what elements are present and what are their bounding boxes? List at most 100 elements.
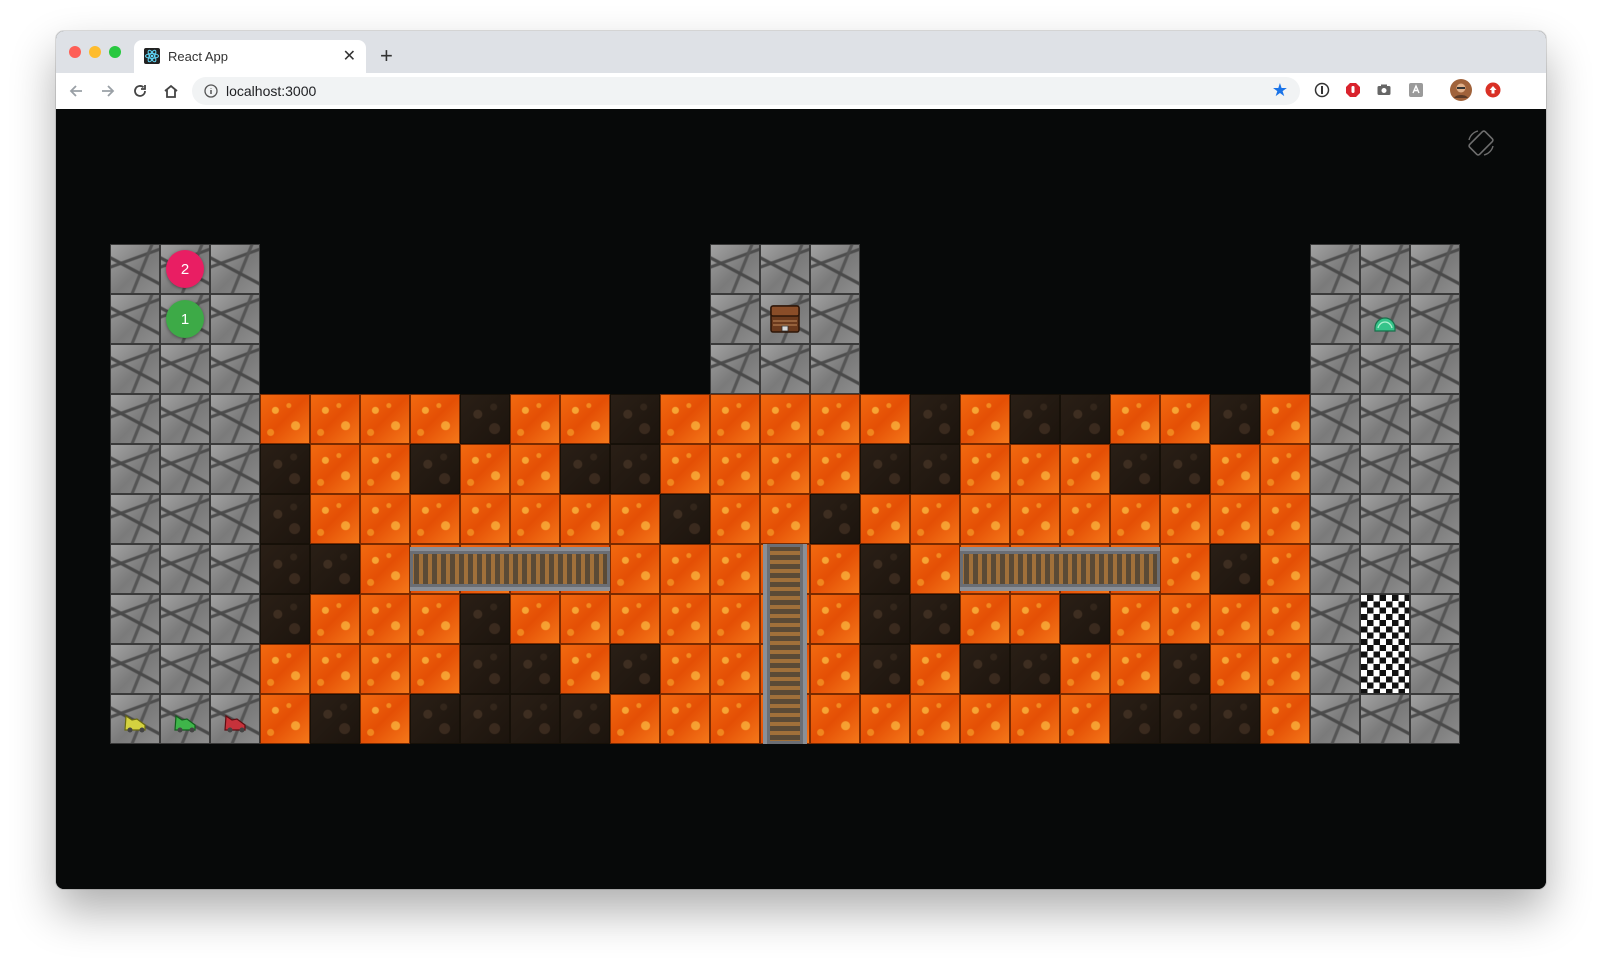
lava-tile: [810, 394, 860, 444]
rock-tile: [610, 394, 660, 444]
stone-tile: [1360, 444, 1410, 494]
lava-tile: [360, 394, 410, 444]
treasure-chest-icon[interactable]: [769, 302, 801, 334]
stone-tile: [110, 594, 160, 644]
reload-button[interactable]: [128, 79, 152, 103]
lava-tile: [710, 444, 760, 494]
checkered-finish-tile[interactable]: [1360, 594, 1410, 694]
lava-tile: [860, 394, 910, 444]
close-tab-icon[interactable]: ✕: [343, 46, 356, 66]
rock-tile: [910, 394, 960, 444]
stone-tile: [1410, 294, 1460, 344]
stone-tile: [1360, 344, 1410, 394]
player-2-marker[interactable]: 2: [166, 250, 204, 288]
reload-icon: [134, 85, 146, 97]
adblock-extension-icon[interactable]: [1344, 81, 1362, 99]
lava-tile: [1210, 494, 1260, 544]
lava-tile: [1060, 444, 1110, 494]
rock-tile: [610, 644, 660, 694]
stone-tile: [160, 594, 210, 644]
profile-avatar[interactable]: [1450, 79, 1472, 101]
new-tab-button[interactable]: +: [380, 43, 393, 69]
rock-tile: [260, 444, 310, 494]
password-extension-icon[interactable]: [1313, 81, 1331, 99]
lava-tile: [1010, 444, 1060, 494]
stone-tile: [110, 244, 160, 294]
lava-tile: [1260, 394, 1310, 444]
rock-tile: [1110, 444, 1160, 494]
lava-tile: [360, 444, 410, 494]
rock-tile: [1110, 694, 1160, 744]
rock-tile: [260, 544, 310, 594]
lava-tile: [310, 494, 360, 544]
stone-tile: [1410, 644, 1460, 694]
tab-title: React App: [168, 49, 228, 64]
update-alert-icon[interactable]: [1484, 81, 1502, 99]
rock-tile: [910, 594, 960, 644]
stone-tile: [710, 294, 760, 344]
home-button[interactable]: [159, 79, 183, 103]
lava-tile: [1210, 594, 1260, 644]
browser-window: React App ✕ + localhost:3000 ★ 2 1: [56, 31, 1546, 889]
lava-tile: [310, 594, 360, 644]
info-icon[interactable]: [204, 84, 218, 98]
rock-tile: [860, 594, 910, 644]
lava-tile: [1110, 644, 1160, 694]
lava-tile: [1260, 594, 1310, 644]
lava-tile: [1160, 494, 1210, 544]
back-arrow-icon: [69, 85, 82, 97]
maximize-window-button[interactable]: [109, 46, 121, 58]
lava-tile: [1110, 594, 1160, 644]
rock-tile: [260, 494, 310, 544]
address-bar[interactable]: localhost:3000 ★: [192, 77, 1300, 105]
camera-extension-icon[interactable]: [1375, 81, 1393, 99]
close-window-button[interactable]: [69, 46, 81, 58]
lava-tile: [360, 544, 410, 594]
lava-tile: [310, 394, 360, 444]
stone-tile: [1310, 644, 1360, 694]
game-viewport: 2 1: [56, 109, 1546, 889]
stone-tile: [160, 394, 210, 444]
emerald-gem-icon[interactable]: [1373, 316, 1397, 334]
green-minecart-icon[interactable]: [172, 710, 200, 734]
lava-tile: [660, 444, 710, 494]
player-1-marker[interactable]: 1: [166, 300, 204, 338]
lava-tile: [1210, 644, 1260, 694]
lava-tile: [1060, 494, 1110, 544]
lava-tile: [960, 494, 1010, 544]
lava-tile: [1260, 494, 1310, 544]
stone-tile: [1310, 344, 1360, 394]
lava-tile: [460, 494, 510, 544]
bookmark-star-icon[interactable]: ★: [1272, 80, 1288, 101]
stone-tile: [1310, 694, 1360, 744]
lava-tile: [1210, 444, 1260, 494]
browser-tab[interactable]: React App ✕: [134, 40, 366, 73]
lava-tile: [310, 644, 360, 694]
translate-extension-icon[interactable]: [1407, 81, 1425, 99]
lava-tile: [760, 494, 810, 544]
stone-tile: [1310, 544, 1360, 594]
minecart-track-right: [960, 547, 1160, 591]
lava-tile: [810, 694, 860, 744]
rock-tile: [1210, 544, 1260, 594]
stone-tile: [1310, 394, 1360, 444]
lava-tile: [660, 544, 710, 594]
stone-tile: [710, 344, 760, 394]
rock-tile: [1160, 694, 1210, 744]
lava-tile: [1010, 494, 1060, 544]
stone-tile: [110, 394, 160, 444]
lava-tile: [710, 394, 760, 444]
yellow-minecart-icon[interactable]: [122, 710, 150, 734]
lava-tile: [710, 594, 760, 644]
lava-tile: [360, 644, 410, 694]
stone-tile: [760, 244, 810, 294]
lava-tile: [660, 694, 710, 744]
stone-tile: [110, 494, 160, 544]
forward-button[interactable]: [96, 79, 120, 103]
rotate-screen-icon[interactable]: [1466, 128, 1496, 158]
red-minecart-icon[interactable]: [222, 710, 250, 734]
minimize-window-button[interactable]: [89, 46, 101, 58]
back-button[interactable]: [64, 79, 88, 103]
rock-tile: [460, 694, 510, 744]
lava-tile: [910, 694, 960, 744]
